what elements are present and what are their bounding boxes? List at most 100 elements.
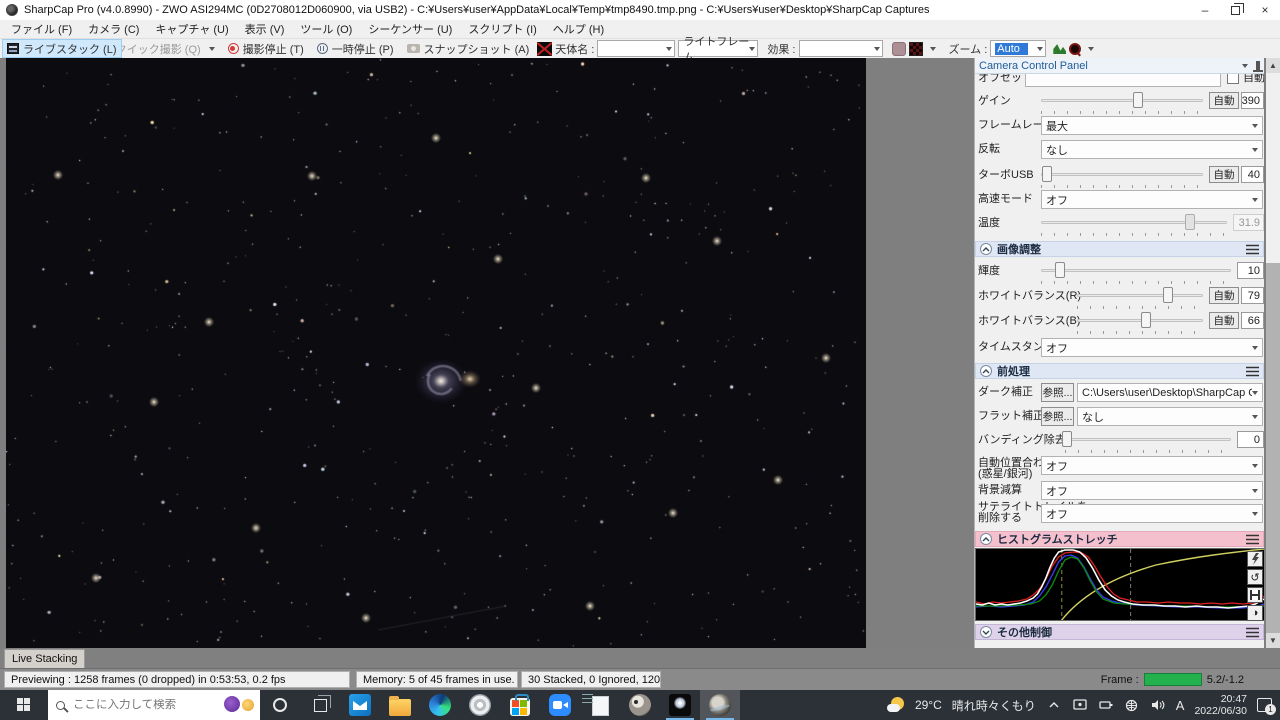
tab-live-stacking[interactable]: Live Stacking [4, 649, 86, 668]
pause-button[interactable]: 一時停止 (P) [312, 40, 399, 58]
bg-subtract-select[interactable]: オフ [1041, 481, 1263, 500]
menu-file[interactable]: ファイル (F) [4, 19, 79, 39]
menu-icon[interactable] [1246, 366, 1259, 377]
wb-r-value[interactable]: 79 [1241, 287, 1264, 304]
offset-auto-checkbox[interactable] [1227, 74, 1239, 84]
menu-view[interactable]: 表示 (V) [238, 19, 292, 39]
minimize-button[interactable]: – [1190, 0, 1220, 20]
scroll-down-icon[interactable]: ▼ [1266, 633, 1280, 648]
menu-tools[interactable]: ツール (O) [293, 19, 359, 39]
panel-scrollbar[interactable]: ▲ ▼ [1266, 58, 1280, 648]
ime-indicator[interactable]: A [1176, 698, 1185, 713]
collapse-icon[interactable] [980, 243, 992, 255]
frame-type-combobox[interactable]: ライトフレーム [678, 36, 759, 64]
flat-correction-select[interactable]: なし [1077, 407, 1263, 426]
magnifier-icon[interactable] [1069, 42, 1082, 55]
menu-sequencer[interactable]: シーケンサー (U) [361, 19, 459, 39]
timestamp-select[interactable]: オフ [1041, 338, 1263, 357]
edge-button[interactable] [420, 690, 460, 720]
offset-input[interactable] [1025, 74, 1221, 87]
network-tray-icon[interactable] [1124, 697, 1140, 713]
histogram-icon[interactable] [1053, 44, 1067, 54]
wb-r-auto-button[interactable]: 自動 [1209, 287, 1239, 304]
turbo-usb-value[interactable]: 40 [1241, 166, 1264, 183]
gimp-button[interactable] [620, 690, 660, 720]
wb-r-slider[interactable] [1077, 287, 1203, 304]
volume-tray-icon[interactable] [1150, 697, 1166, 713]
frame-rate-select[interactable]: 最大 [1041, 116, 1263, 135]
brightness-value[interactable]: 10 [1237, 262, 1264, 279]
menu-help[interactable]: ヘルプ (H) [546, 19, 611, 39]
bayer-pattern-icon[interactable] [908, 41, 923, 56]
close-button[interactable]: × [1250, 0, 1280, 20]
snapshot-button[interactable]: スナップショット (A) [402, 40, 535, 58]
search-highlight-graphic[interactable] [224, 696, 254, 712]
effects-combobox[interactable] [798, 40, 883, 57]
save-stretch-button[interactable] [1247, 587, 1263, 603]
zoom-combobox[interactable]: Auto [990, 40, 1047, 57]
restore-button[interactable] [1220, 0, 1250, 20]
taskbar-clock[interactable]: 20:47 2022/06/30 [1194, 693, 1247, 717]
sharpcap-taskbar-button[interactable] [700, 690, 740, 720]
object-name-combobox[interactable] [597, 40, 676, 57]
cast-tray-icon[interactable] [1072, 697, 1088, 713]
color-swatch-icon[interactable] [891, 41, 906, 56]
weather-temp[interactable]: 29°C [915, 698, 942, 712]
mail-button[interactable] [340, 690, 380, 720]
section-other-controls[interactable]: その他制御 [975, 624, 1264, 640]
brightness-slider[interactable] [1041, 262, 1231, 279]
astronomy-app-button[interactable] [660, 690, 700, 720]
gain-value[interactable]: 390 [1241, 92, 1264, 109]
notification-icon[interactable]: 1 [1257, 698, 1276, 715]
taskbar-search[interactable] [48, 690, 260, 720]
weather-icon[interactable] [886, 697, 905, 713]
reset-stretch-button[interactable]: ↺ [1247, 569, 1263, 585]
cortana-button[interactable] [260, 690, 300, 720]
scrollbar-thumb[interactable] [1266, 73, 1280, 263]
section-image-adjust[interactable]: 画像調整 [975, 241, 1264, 257]
auto-stretch-button[interactable] [1247, 551, 1263, 567]
section-preprocess[interactable]: 前処理 [975, 363, 1264, 379]
wb-b-slider[interactable] [1077, 312, 1203, 329]
scroll-up-icon[interactable]: ▲ [1266, 58, 1280, 73]
pin-icon[interactable] [1253, 61, 1263, 72]
dark-correction-select[interactable]: C:\Users\user\Desktop\SharpCap Ca... [1077, 383, 1263, 402]
notepad-button[interactable] [580, 690, 620, 720]
menu-icon[interactable] [1246, 244, 1259, 255]
store-button[interactable] [500, 690, 540, 720]
section-histogram-stretch[interactable]: ヒストグラムストレッチ [975, 531, 1264, 547]
weather-desc[interactable]: 晴れ時々くもり [952, 697, 1036, 714]
menu-icon[interactable] [1246, 627, 1259, 638]
zoom-app-button[interactable] [540, 690, 580, 720]
collapse-icon[interactable] [980, 365, 992, 377]
expand-icon[interactable] [980, 626, 992, 638]
wb-b-auto-button[interactable]: 自動 [1209, 312, 1239, 329]
search-input[interactable] [73, 699, 193, 711]
stop-capture-button[interactable]: 撮影停止 (T) [223, 40, 309, 58]
chevron-down-icon[interactable] [929, 46, 936, 51]
menu-script[interactable]: スクリプト (I) [461, 19, 543, 39]
gain-auto-button[interactable]: 自動 [1209, 92, 1239, 109]
menu-capture[interactable]: キャプチャ (U) [148, 19, 235, 39]
collapse-icon[interactable] [980, 533, 992, 545]
banding-value[interactable]: 0 [1237, 431, 1264, 448]
live-stack-button[interactable]: ライブスタック (L) [2, 39, 122, 58]
panel-header[interactable]: Camera Control Panel [975, 58, 1264, 74]
banding-slider[interactable] [1061, 431, 1231, 448]
menu-icon[interactable] [1246, 534, 1259, 545]
wb-b-value[interactable]: 66 [1241, 312, 1264, 329]
file-explorer-button[interactable] [380, 690, 420, 720]
turbo-usb-auto-button[interactable]: 自動 [1209, 166, 1239, 183]
chevron-down-icon[interactable] [1088, 46, 1095, 51]
histogram-display[interactable]: ↺ ◑ [975, 548, 1264, 621]
task-view-button[interactable] [300, 690, 340, 720]
start-button[interactable] [0, 690, 48, 720]
chevron-down-icon[interactable] [1242, 63, 1248, 68]
hidden-icons-button[interactable] [1046, 697, 1062, 713]
gain-slider[interactable] [1041, 92, 1203, 109]
power-tray-icon[interactable] [1098, 697, 1114, 713]
turbo-usb-slider[interactable] [1041, 166, 1203, 183]
flip-select[interactable]: なし [1041, 140, 1263, 159]
ascom-app-button[interactable] [460, 690, 500, 720]
dark-frame-icon[interactable] [537, 41, 553, 56]
